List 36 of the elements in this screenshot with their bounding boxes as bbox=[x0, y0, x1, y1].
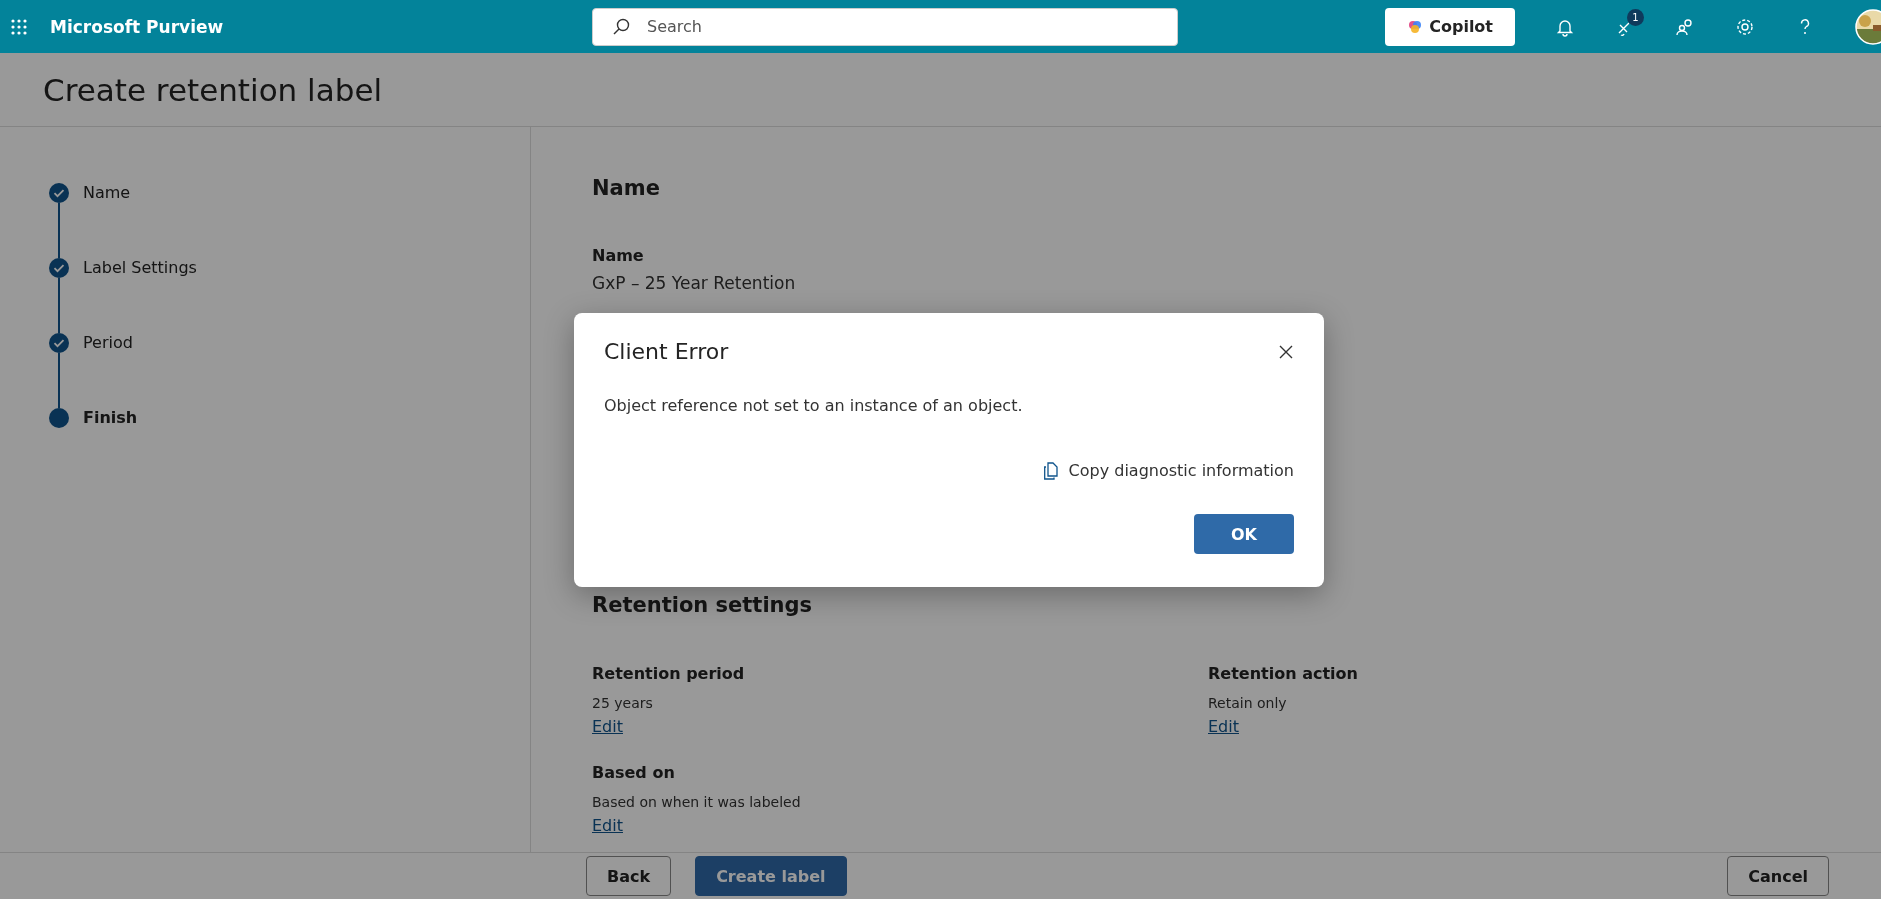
step-label[interactable]: Finish bbox=[83, 408, 138, 428]
edit-link[interactable]: Edit bbox=[592, 816, 623, 835]
cancel-button[interactable]: Cancel bbox=[1727, 856, 1829, 896]
copy-icon bbox=[1042, 461, 1059, 480]
step-label[interactable]: Period bbox=[83, 333, 133, 408]
error-message: Object reference not set to an instance of an object. bbox=[604, 396, 1024, 415]
page-title: Create retention label bbox=[43, 71, 383, 108]
app-name[interactable]: Microsoft Purview bbox=[50, 16, 592, 37]
field-value: Based on when it was labeled bbox=[592, 794, 801, 810]
people-icon[interactable] bbox=[1675, 16, 1695, 37]
copilot-button[interactable]: Copilot bbox=[1385, 7, 1515, 46]
copy-diagnostics-link[interactable]: Copy diagnostic information bbox=[1042, 461, 1294, 480]
close-icon[interactable] bbox=[1278, 343, 1294, 360]
field-label: Retention action bbox=[1208, 664, 1358, 683]
settings-icon[interactable] bbox=[1735, 16, 1755, 37]
section-heading: Name bbox=[592, 176, 661, 200]
step-label[interactable]: Name bbox=[83, 183, 131, 258]
edit-link[interactable]: Edit bbox=[1208, 717, 1239, 736]
back-button[interactable]: Back bbox=[586, 856, 672, 896]
field-label: Name bbox=[592, 246, 644, 265]
search-icon bbox=[612, 17, 630, 36]
dialog-title: Client Error bbox=[604, 339, 729, 364]
copilot-icon bbox=[1407, 18, 1424, 35]
field-value: 25 years bbox=[592, 695, 653, 711]
field-label: Based on bbox=[592, 763, 675, 782]
step-label[interactable]: Label Settings bbox=[83, 258, 197, 333]
field-label: Retention period bbox=[592, 664, 745, 683]
search-field[interactable]: Search bbox=[592, 7, 1178, 46]
edit-link[interactable]: Edit bbox=[592, 717, 623, 736]
create-label-button[interactable]: Create label bbox=[695, 856, 847, 896]
ok-button[interactable]: OK bbox=[1194, 514, 1294, 554]
section-heading: Retention settings bbox=[592, 593, 814, 617]
notification-badge: 1 bbox=[1627, 8, 1644, 26]
field-value: Retain only bbox=[1208, 695, 1287, 711]
field-value: GxP – 25 Year Retention bbox=[592, 273, 796, 293]
app-launcher-icon[interactable] bbox=[10, 17, 28, 36]
